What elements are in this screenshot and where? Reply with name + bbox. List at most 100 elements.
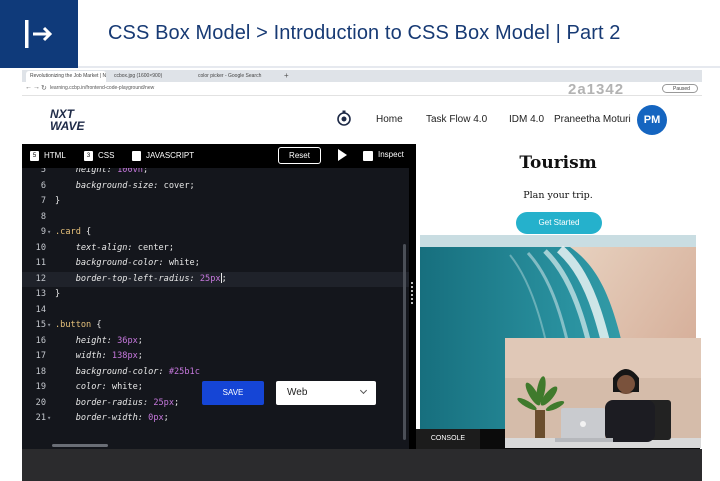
screen-recording: Revolutionizing the Job Market | NxtWave… (22, 70, 702, 481)
code-token: ; (137, 335, 143, 346)
code-token: background-size: (55, 180, 164, 191)
code-token: ; (194, 258, 200, 268)
get-started-button[interactable]: Get Started (516, 212, 602, 234)
code-token: { (80, 227, 92, 237)
code-token: .card (55, 227, 81, 237)
avatar[interactable]: PM (637, 105, 667, 135)
css3-icon: 3 (84, 150, 93, 161)
code-line[interactable]: 6 background-size: cover; (22, 179, 409, 195)
code-editor[interactable]: 5 height: 100vh; 6 background-size: cover… (22, 168, 409, 449)
browser-tab[interactable]: Revolutionizing the Job Market | NxtWave (26, 71, 106, 82)
code-line[interactable]: 12 border-top-left-radius: 25px; (22, 271, 409, 288)
code-line[interactable]: 7} (22, 194, 409, 210)
code-token: ; (137, 351, 143, 361)
reset-button[interactable]: Reset (278, 147, 321, 164)
lesson-banner: CSS Box Model > Introduction to CSS Box … (0, 0, 720, 68)
code-line[interactable]: 21 ▾ border-width: 0px; (22, 411, 409, 427)
profile-paused-badge[interactable]: Paused (662, 84, 698, 93)
line-number: 13 (35, 289, 46, 299)
browser-tab[interactable]: color picker - Google Search (194, 71, 280, 82)
code-token: 25px (153, 397, 175, 408)
code-token: .button (55, 320, 92, 330)
nav-idm[interactable]: IDM 4.0 (509, 114, 544, 125)
inspect-label: Inspect (378, 150, 404, 159)
run-play-icon[interactable] (338, 149, 347, 161)
code-text: background-color: #25b1c (55, 365, 200, 381)
code-token: 100vh (117, 168, 143, 175)
nxtwave-logo[interactable]: NXT WAVE (50, 108, 84, 132)
reload-icon[interactable]: ↻ (41, 84, 47, 92)
code-token: color: (55, 382, 112, 392)
tab-html[interactable]: 5 HTML (30, 149, 66, 163)
code-text: height: 36px; (55, 334, 143, 350)
code-token: border-width: (55, 413, 149, 423)
inspect-checkbox[interactable] (363, 151, 373, 161)
code-token: 138px (111, 351, 138, 361)
preview-subtitle: Plan your trip. (523, 190, 593, 201)
line-number: 14 (35, 304, 46, 315)
vertical-scrollbar[interactable] (403, 244, 406, 440)
code-line[interactable]: 10 text-align: center; (22, 241, 409, 257)
drag-handle-icon[interactable] (411, 282, 413, 304)
presenter-video (505, 338, 701, 448)
fold-arrow-icon[interactable]: ▾ (47, 411, 51, 427)
code-text: height: 100vh; (55, 168, 148, 179)
platform-select[interactable]: Web (276, 381, 376, 405)
code-token: ; (168, 242, 175, 253)
code-line[interactable]: 18 background-color: #25b1c (22, 365, 409, 381)
line-number: 5 (40, 168, 46, 175)
code-token: ; (142, 168, 149, 175)
console-tab[interactable]: CONSOLE (416, 429, 480, 449)
js-file-icon (132, 150, 141, 161)
forward-arrow-icon[interactable]: → (33, 84, 40, 91)
code-text: border-radius: 25px; (55, 396, 180, 412)
back-arrow-icon[interactable]: ← (25, 84, 32, 91)
code-text: } (55, 287, 60, 303)
nav-home[interactable]: Home (376, 114, 403, 125)
line-number: 11 (35, 258, 46, 268)
url-field[interactable]: learning.ccbp.in/frontend-code-playgroun… (50, 85, 154, 91)
code-text: background-color: white; (55, 256, 200, 272)
code-line[interactable]: 17 width: 138px; (22, 349, 409, 365)
user-name[interactable]: Praneetha Moturi (554, 114, 631, 125)
code-token: #25b1c (168, 366, 200, 377)
line-number: 7 (40, 196, 46, 206)
tab-javascript[interactable]: JAVASCRIPT (132, 149, 194, 163)
code-token: 36px (117, 335, 138, 346)
nav-task-flow[interactable]: Task Flow 4.0 (426, 114, 487, 125)
code-line[interactable]: 5 height: 100vh; (22, 168, 409, 179)
timer-icon[interactable] (336, 110, 352, 126)
line-number: 17 (35, 351, 46, 361)
preview-heading: Tourism (519, 153, 597, 173)
code-text: border-top-left-radius: 25px; (55, 272, 227, 288)
chevron-down-icon (359, 386, 368, 395)
save-button[interactable]: SAVE (202, 381, 264, 405)
line-number: 9 (40, 227, 46, 237)
code-line[interactable]: 15 ▾ .button { (22, 318, 409, 334)
line-number: 15 (35, 320, 46, 330)
code-line[interactable]: 13} (22, 287, 409, 303)
code-text: .card { (55, 225, 91, 241)
code-token: } (55, 196, 61, 206)
player-footer (22, 449, 702, 481)
course-logo (0, 0, 78, 68)
tab-css[interactable]: 3 CSS (84, 149, 114, 163)
fold-arrow-icon[interactable]: ▾ (47, 225, 51, 241)
code-line[interactable]: 14 (22, 303, 409, 319)
lesson-title: CSS Box Model > Introduction to CSS Box … (108, 22, 621, 44)
code-line[interactable]: 16 height: 36px; (22, 334, 409, 350)
code-line[interactable]: 11 background-color: white; (22, 256, 409, 272)
horizontal-scrollbar[interactable] (52, 444, 108, 447)
browser-tab[interactable]: ccbox.jpg (1600×900) (110, 71, 190, 82)
code-token: border-radius: (55, 397, 154, 408)
fold-arrow-icon[interactable]: ▾ (47, 318, 51, 334)
new-tab-button[interactable]: + (284, 71, 289, 80)
code-line[interactable]: 8 (22, 210, 409, 226)
code-line[interactable]: 9 ▾ .card { (22, 225, 409, 241)
site-header: NXT WAVE Home Task Flow 4.0 IDM 4.0 Pran… (22, 97, 702, 144)
code-token: ; (189, 180, 195, 191)
code-token: width: (55, 351, 112, 361)
line-number: 10 (35, 242, 46, 253)
code-token: white (168, 258, 195, 268)
line-number: 20 (35, 397, 46, 408)
